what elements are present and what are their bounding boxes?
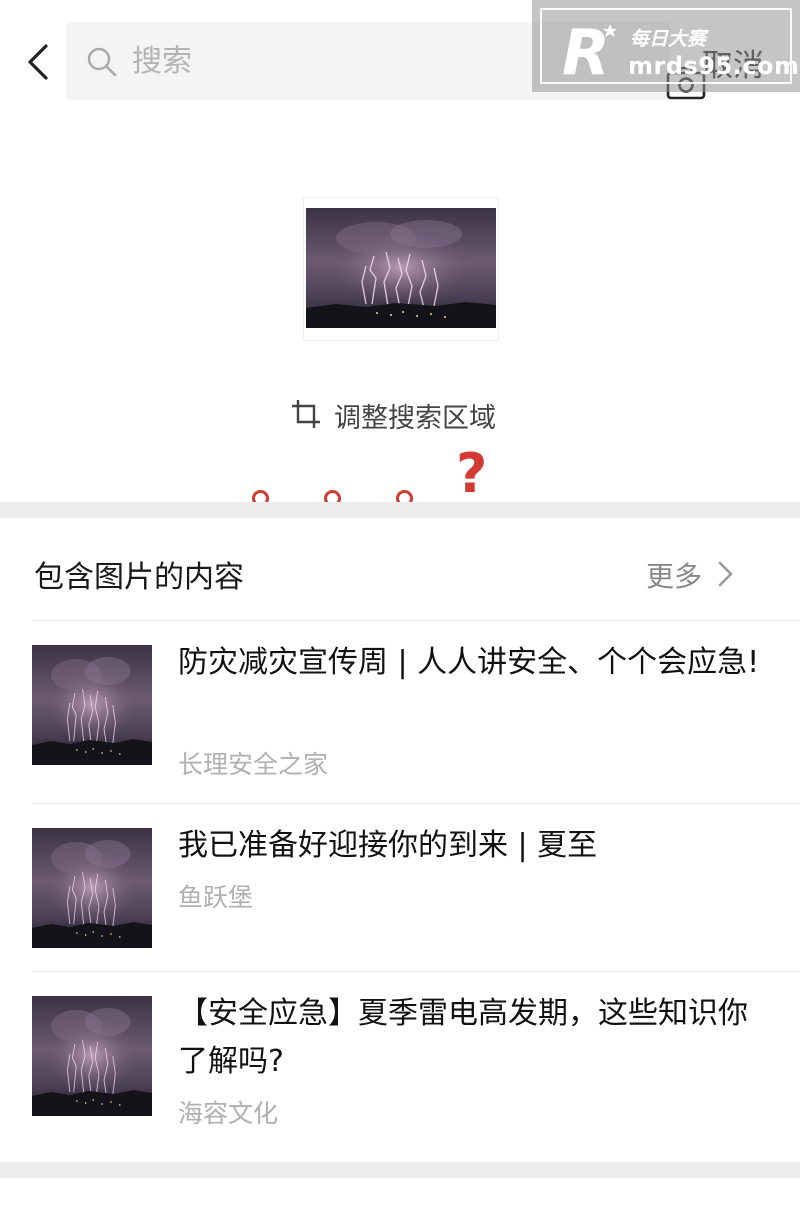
more-button[interactable]: 更多 [646,555,702,595]
back-button[interactable] [18,40,62,84]
result-source: 海容文化 [178,1099,279,1128]
result-thumbnail [32,996,152,1116]
result-title: 我已准备好迎接你的到来 | 夏至 [178,828,598,863]
result-source: 长理安全之家 [178,750,329,779]
result-item[interactable]: 我已准备好迎接你的到来 | 夏至 鱼跃堡 [32,828,800,958]
watermark: R 每日大赛 mrds95.com [532,0,800,92]
adjust-search-area-label: 调整搜索区域 [334,403,496,434]
watermark-brand: 每日大赛 [630,28,707,50]
row-separator [32,971,800,972]
search-icon [87,47,117,77]
row-separator [32,803,800,804]
lightning-storm-image [306,208,496,328]
section-divider [0,502,800,518]
svg-text:R: R [562,20,610,82]
section-title: 包含图片的内容 [34,560,244,595]
search-input[interactable] [132,38,492,84]
watermark-logo: R [562,20,617,82]
result-thumbnail [32,828,152,948]
result-title: 防灾减灾宣传周 | 人人讲安全、个个会应急! [178,645,760,680]
chevron-left-icon [28,44,48,80]
result-thumbnail [32,645,152,765]
watermark-frame: R 每日大赛 mrds95.com [540,8,799,84]
result-source: 鱼跃堡 [178,883,254,912]
chevron-right-icon[interactable] [716,560,736,588]
result-item[interactable]: 防灾减灾宣传周 | 人人讲安全、个个会应急! 长理安全之家 [32,645,800,795]
top-search-bar: 取消 R 每日大赛 mrds95.com [0,0,800,120]
bottom-divider [0,1162,800,1178]
query-image[interactable] [304,198,498,340]
crop-icon [292,400,320,428]
result-item[interactable]: 【安全应急】夏季雷电高发期，这些知识你了解吗? 海容文化 [32,996,800,1146]
watermark-url: mrds95.com [628,52,800,80]
result-title: 【安全应急】夏季雷电高发期，这些知识你了解吗? [178,996,748,1079]
annotation-question-mark: ? [456,442,488,505]
row-separator [32,620,800,621]
